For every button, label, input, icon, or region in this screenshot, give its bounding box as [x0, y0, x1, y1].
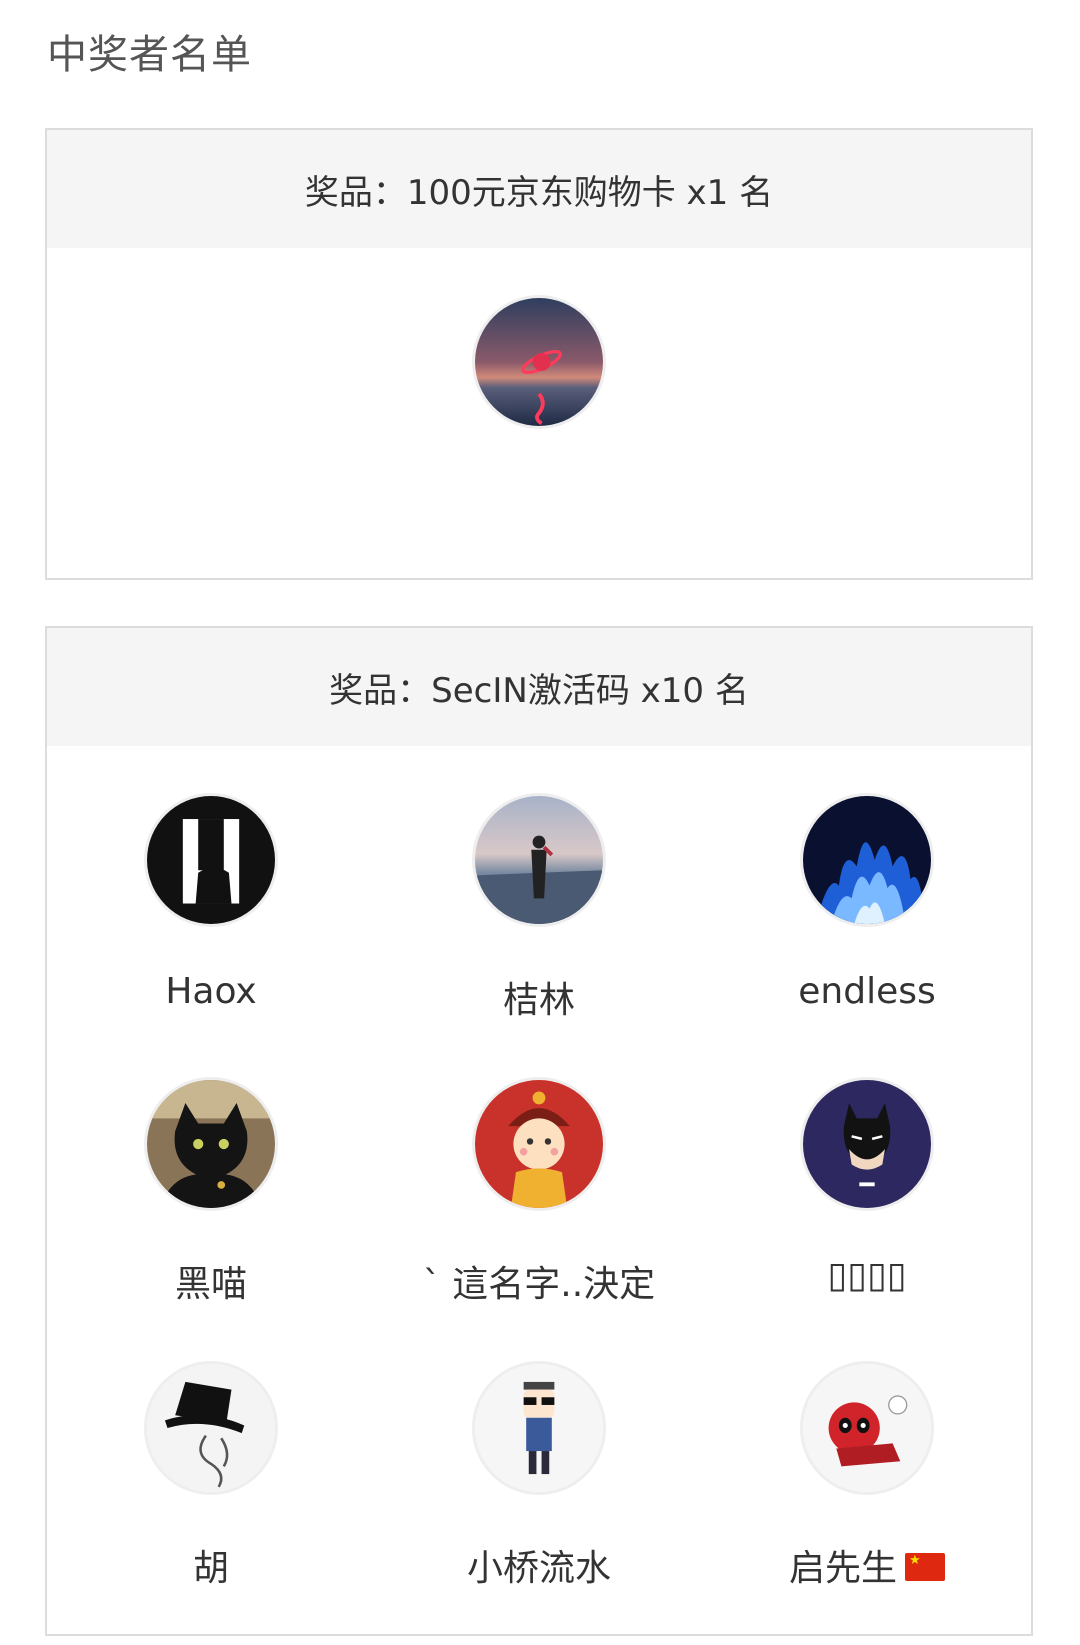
- winner-item[interactable]: 小桥流水: [375, 1361, 703, 1645]
- winner-item[interactable]: endless: [703, 793, 1031, 1077]
- winner-item[interactable]: 桔林: [375, 793, 703, 1077]
- winner-name: 桔林: [502, 980, 575, 1021]
- winner-name: endless: [798, 971, 936, 1012]
- deadpool-avatar[interactable]: [800, 1361, 934, 1495]
- cartoon-sunglasses-avatar[interactable]: [472, 1361, 606, 1495]
- winner-name: ▯▯▯▯: [827, 1255, 907, 1296]
- top-hat-avatar[interactable]: [144, 1361, 278, 1495]
- silhouette-man-avatar[interactable]: [144, 793, 278, 927]
- winner-name: ˋ 這名字..決定: [422, 1264, 656, 1305]
- winner-name: 黑喵: [174, 1264, 247, 1305]
- winner-item[interactable]: 胡: [47, 1361, 375, 1645]
- winner-item[interactable]: Haox: [47, 793, 375, 1077]
- batman-avatar[interactable]: [800, 1077, 934, 1211]
- winner-item[interactable]: 启先生: [703, 1361, 1031, 1645]
- girl-lakeside-avatar[interactable]: [472, 793, 606, 927]
- winner-name: 启先生: [788, 1548, 897, 1589]
- planet-ring-avatar[interactable]: [472, 295, 606, 429]
- winner-item[interactable]: ˋ 這名字..決定: [375, 1077, 703, 1361]
- winner-name: Haox: [165, 971, 257, 1012]
- prize-header: 奖品：100元京东购物卡 x1 名: [47, 130, 1031, 248]
- prize-card-secin-code: 奖品：SecIN激活码 x10 名 Haox 桔林 endless 黑喵 ˋ 這…: [45, 626, 1033, 1636]
- winner-name-with-badge: 启先生: [789, 1539, 945, 1591]
- winner-item[interactable]: ▯▯▯▯: [703, 1077, 1031, 1361]
- page-title: 中奖者名单: [47, 32, 252, 78]
- winner-name: 胡: [192, 1548, 229, 1589]
- winner-item[interactable]: [472, 295, 606, 579]
- prize-card-jd-gift-card: 奖品：100元京东购物卡 x1 名: [45, 128, 1033, 580]
- prize-header: 奖品：SecIN激活码 x10 名: [47, 628, 1031, 746]
- cartoon-kid-avatar[interactable]: [472, 1077, 606, 1211]
- black-cat-avatar[interactable]: [144, 1077, 278, 1211]
- winner-item[interactable]: 黑喵: [47, 1077, 375, 1361]
- blue-flame-avatar[interactable]: [800, 793, 934, 927]
- winner-name: 小桥流水: [466, 1548, 611, 1589]
- winner-grid: Haox 桔林 endless 黑喵 ˋ 這名字..決定 ▯▯▯▯ 胡 小桥流水…: [47, 746, 1031, 1645]
- china-flag-icon: [905, 1553, 945, 1581]
